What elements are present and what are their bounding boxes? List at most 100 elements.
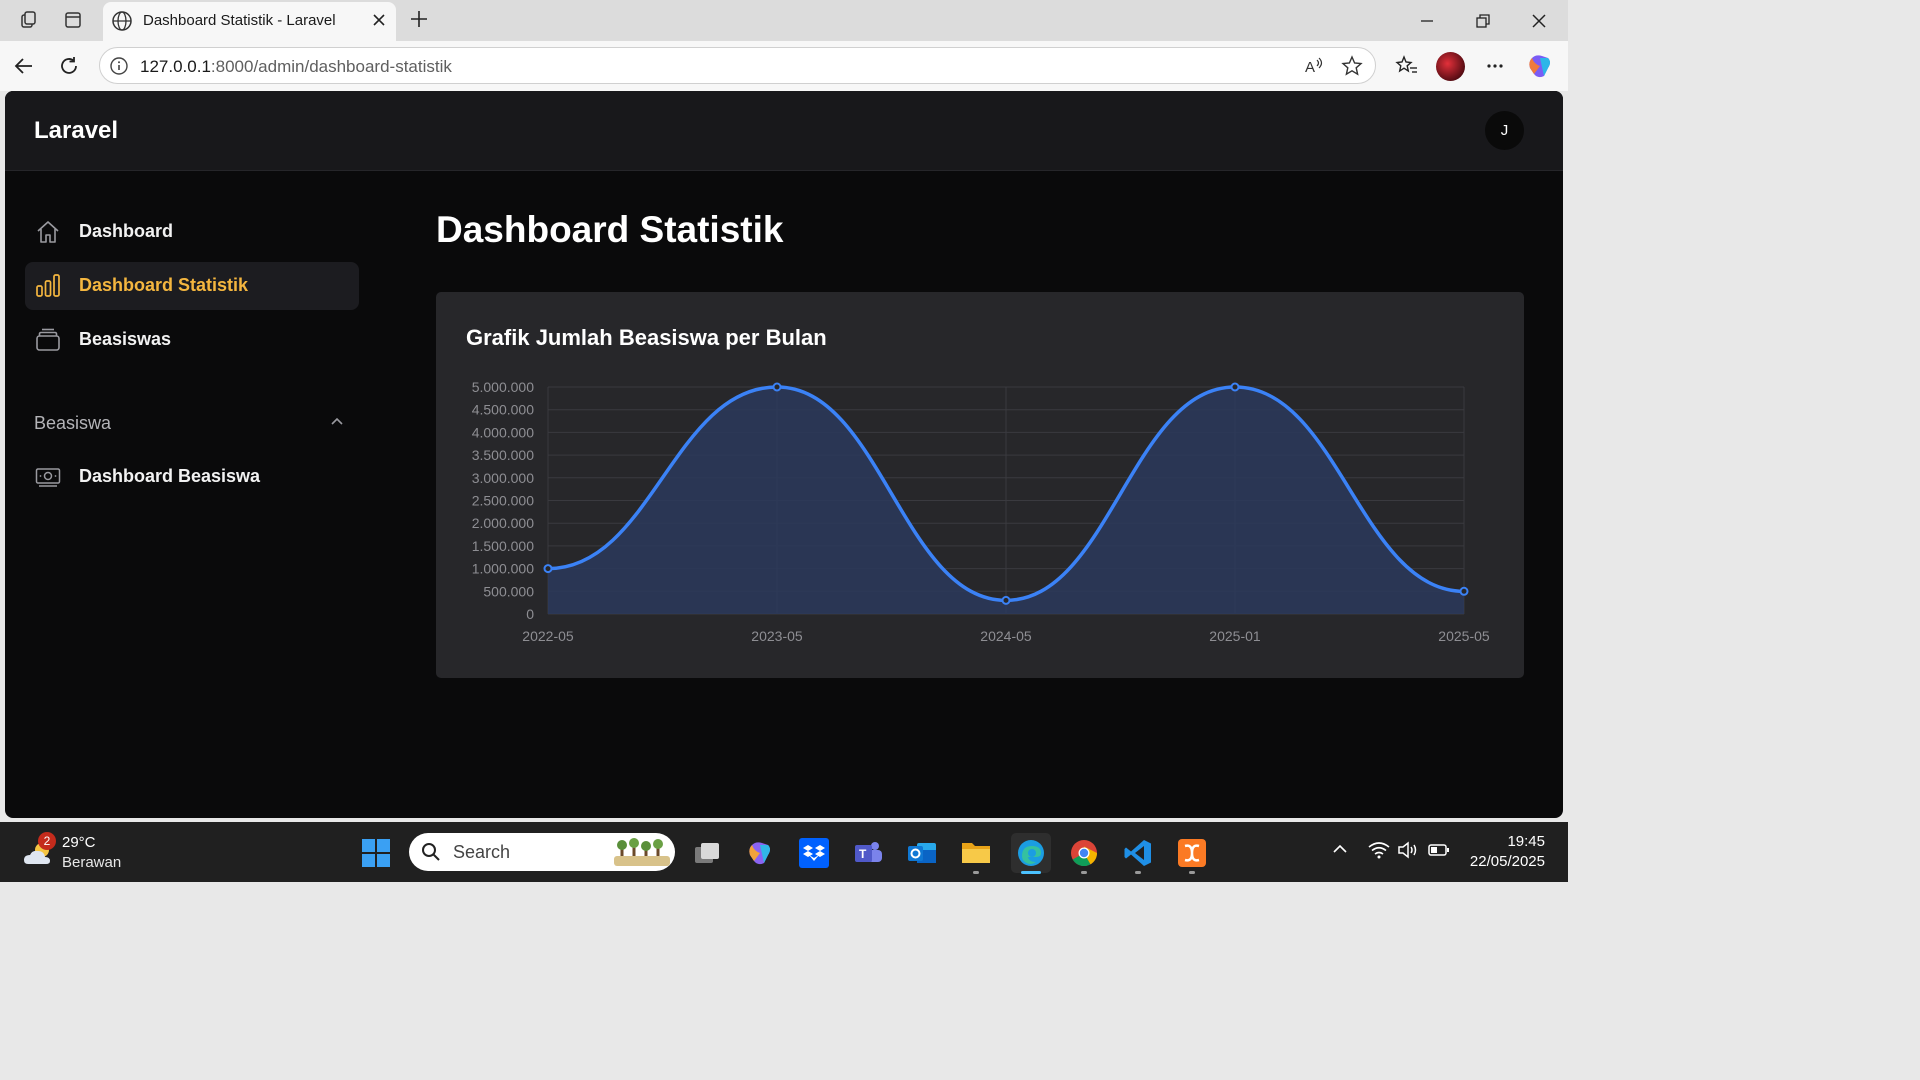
sidebar-item-dashboard-statistik[interactable]: Dashboard Statistik bbox=[25, 262, 359, 310]
clock-date: 22/05/2025 bbox=[1469, 853, 1545, 870]
x-tick-label: 2025-01 bbox=[1209, 628, 1261, 644]
x-tick-label: 2022-05 bbox=[522, 628, 574, 644]
chart-card: Grafik Jumlah Beasiswa per Bulan 0 500.00… bbox=[436, 292, 1524, 678]
address-bar[interactable]: 127.0.0.1:8000/admin/dashboard-statistik… bbox=[99, 47, 1376, 84]
more-menu-icon[interactable] bbox=[1481, 52, 1509, 80]
y-tick-label: 1.000.000 bbox=[472, 561, 534, 577]
chevron-up-icon[interactable] bbox=[329, 414, 345, 435]
svg-text:A: A bbox=[1305, 59, 1315, 76]
banknote-icon bbox=[35, 464, 61, 490]
edge-icon[interactable] bbox=[1011, 833, 1051, 873]
site-info-icon[interactable] bbox=[109, 56, 129, 81]
chevron-up-icon[interactable] bbox=[1332, 841, 1348, 862]
url-host: 127.0.0.1 bbox=[140, 57, 211, 76]
close-tab-icon[interactable] bbox=[370, 11, 388, 34]
y-tick-label: 4.500.000 bbox=[472, 402, 534, 418]
y-tick-label: 1.500.000 bbox=[472, 538, 534, 554]
workspaces-icon[interactable] bbox=[14, 6, 44, 34]
user-avatar[interactable]: J bbox=[1485, 111, 1524, 150]
svg-text:T: T bbox=[859, 847, 867, 861]
browser-tab-active[interactable]: Dashboard Statistik - Laravel bbox=[103, 2, 396, 41]
data-point bbox=[1230, 382, 1240, 392]
y-tick-label: 4.000.000 bbox=[472, 424, 534, 440]
url-text: 127.0.0.1:8000/admin/dashboard-statistik bbox=[140, 57, 452, 77]
restore-icon[interactable] bbox=[1460, 8, 1506, 34]
running-indicator bbox=[1135, 871, 1141, 874]
data-point bbox=[543, 564, 553, 574]
outlook-icon[interactable] bbox=[904, 835, 940, 871]
y-tick-label: 3.500.000 bbox=[472, 447, 534, 463]
x-tick-label: 2024-05 bbox=[980, 628, 1032, 644]
page-title: Dashboard Statistik bbox=[436, 209, 784, 250]
new-tab-icon[interactable] bbox=[406, 6, 432, 37]
battery-icon[interactable] bbox=[1428, 841, 1450, 864]
reload-icon[interactable] bbox=[55, 52, 83, 80]
browser-toolbar: 127.0.0.1:8000/admin/dashboard-statistik… bbox=[0, 41, 1568, 91]
minimize-icon[interactable] bbox=[1404, 8, 1450, 34]
browser-tab-bar: Dashboard Statistik - Laravel bbox=[0, 0, 1568, 41]
running-indicator bbox=[1189, 871, 1195, 874]
url-path: :8000/admin/dashboard-statistik bbox=[210, 57, 452, 76]
weather-temp: 29°C bbox=[62, 834, 96, 851]
vscode-icon[interactable] bbox=[1120, 835, 1156, 871]
system-clock[interactable]: 19:45 22/05/2025 bbox=[1470, 832, 1545, 872]
x-tick-label: 2025-05 bbox=[1438, 628, 1490, 644]
stack-icon bbox=[35, 327, 61, 353]
data-point bbox=[772, 382, 782, 392]
app-viewport: Laravel J Dashboard Dashboard Statistik … bbox=[5, 91, 1563, 818]
tab-actions-icon[interactable] bbox=[58, 6, 88, 34]
read-aloud-icon[interactable]: A bbox=[1303, 55, 1325, 82]
sidebar-item-beasiswas[interactable]: Beasiswas bbox=[25, 316, 359, 364]
running-indicator bbox=[1081, 871, 1087, 874]
favorites-icon[interactable] bbox=[1393, 52, 1421, 80]
y-tick-label: 500.000 bbox=[483, 583, 534, 599]
bar-chart-icon bbox=[35, 273, 61, 299]
wifi-icon[interactable] bbox=[1368, 841, 1390, 864]
volume-icon[interactable] bbox=[1397, 841, 1419, 864]
taskbar-search-input[interactable]: Search bbox=[409, 833, 675, 871]
copilot-app-icon[interactable] bbox=[742, 835, 778, 871]
sidebar-item-dashboard-beasiswa[interactable]: Dashboard Beasiswa bbox=[25, 453, 359, 501]
x-tick-label: 2023-05 bbox=[751, 628, 803, 644]
sidebar-item-label: Dashboard bbox=[79, 221, 174, 241]
app-topbar: Laravel J bbox=[5, 91, 1563, 171]
running-indicator bbox=[973, 871, 979, 874]
y-tick-label: 2.000.000 bbox=[472, 515, 534, 531]
close-window-icon[interactable] bbox=[1516, 8, 1562, 34]
search-placeholder: Search bbox=[453, 842, 511, 862]
tab-title: Dashboard Statistik - Laravel bbox=[143, 12, 336, 29]
area-chart: 0 500.000 1.000.000 1.500.000 2.000.000 2.500… bbox=[472, 379, 1490, 644]
back-icon[interactable] bbox=[10, 52, 38, 80]
chrome-icon[interactable] bbox=[1066, 835, 1102, 871]
dropbox-icon[interactable] bbox=[796, 835, 832, 871]
y-tick-label: 2.500.000 bbox=[472, 493, 534, 509]
y-tick-label: 5.000.000 bbox=[472, 379, 534, 395]
sidebar-item-label: Beasiswas bbox=[79, 329, 172, 349]
y-tick-label: 0 bbox=[526, 606, 534, 622]
data-point bbox=[1459, 586, 1469, 596]
sidebar: Dashboard Dashboard Statistik Beasiswas … bbox=[5, 171, 377, 818]
windows-start-icon[interactable] bbox=[358, 835, 394, 871]
home-icon bbox=[35, 219, 61, 245]
notification-badge: 2 bbox=[38, 832, 56, 850]
active-indicator bbox=[1021, 871, 1041, 874]
profile-avatar[interactable] bbox=[1436, 52, 1465, 81]
task-view-icon[interactable] bbox=[689, 835, 725, 871]
xampp-icon[interactable] bbox=[1174, 835, 1210, 871]
globe-icon bbox=[111, 10, 133, 37]
teams-icon[interactable]: T bbox=[850, 835, 886, 871]
sidebar-group-label[interactable]: Beasiswa bbox=[34, 413, 111, 434]
search-highlight-image bbox=[614, 838, 670, 871]
file-explorer-icon[interactable] bbox=[958, 835, 994, 871]
weather-condition: Berawan bbox=[62, 854, 122, 871]
app-brand[interactable]: Laravel bbox=[34, 117, 118, 145]
sidebar-item-dashboard[interactable]: Dashboard bbox=[25, 208, 359, 256]
copilot-icon[interactable] bbox=[1526, 52, 1554, 80]
clock-time: 19:45 bbox=[1507, 833, 1545, 850]
favorite-star-icon[interactable] bbox=[1341, 55, 1363, 82]
search-icon bbox=[421, 842, 441, 867]
sidebar-item-label: Dashboard Statistik bbox=[79, 275, 249, 295]
data-point bbox=[1001, 595, 1011, 605]
taskbar: 2 29°C Berawan Search T 19:45 22/05/2025 bbox=[0, 822, 1568, 882]
sidebar-item-label: Dashboard Beasiswa bbox=[79, 466, 261, 486]
